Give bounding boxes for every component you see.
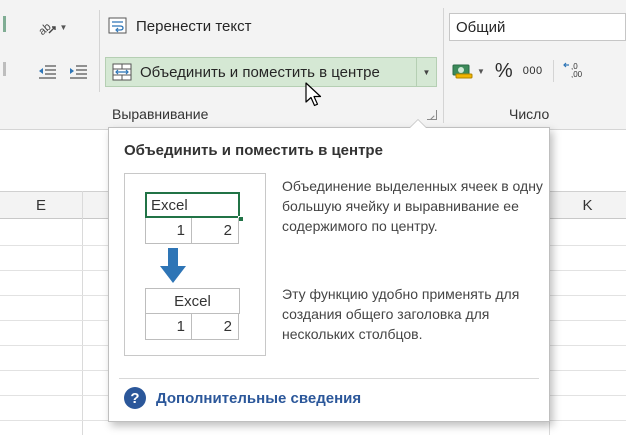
alignment-dialog-launcher-icon[interactable] [427, 110, 437, 120]
wrap-text-icon [108, 17, 128, 35]
ribbon-separator [99, 10, 100, 92]
illustration-after: Excel 1 2 [145, 288, 240, 340]
decrease-indent-button[interactable] [33, 60, 61, 84]
illustration-cell: 2 [192, 314, 239, 340]
percent-style-button[interactable]: % [495, 60, 513, 83]
decrease-indent-icon [39, 65, 56, 79]
comma-style-button[interactable]: 000 [523, 65, 543, 77]
merge-center-tooltip: Объединить и поместить в центре Excel 1 … [108, 119, 550, 422]
ribbon-group-separator [443, 8, 444, 123]
ribbon-edge-mark [3, 62, 6, 76]
merge-center-label: Объединить и поместить в центре [140, 63, 380, 81]
illustration-merged-cell: Excel [145, 288, 240, 314]
increase-indent-icon [70, 65, 87, 79]
illustration-merged-cell: Excel [145, 192, 240, 218]
chevron-down-icon: ▼ [59, 22, 68, 32]
orientation-icon: ab [37, 21, 56, 36]
tooltip-title: Объединить и поместить в центре [124, 142, 383, 159]
illustration-cell: 2 [192, 218, 239, 244]
accounting-format-button[interactable]: ▼ [452, 62, 485, 80]
ribbon: ab ▼ Перенести текст Объединить и помест… [0, 0, 626, 130]
more-info-link[interactable]: ? Дополнительные сведения [124, 387, 361, 409]
illustration-cell: 1 [145, 314, 192, 340]
svg-text:ab: ab [37, 21, 54, 36]
grid-line [82, 191, 83, 435]
number-tools: ▼ % 000 ,0 ,00 [452, 56, 598, 86]
merge-center-icon [112, 63, 132, 81]
illustration-before: Excel 1 2 [145, 192, 244, 244]
tooltip-description: Объединение выделенных ячеек в одну боль… [282, 178, 543, 234]
tooltip-usage-note: Эту функцию удобно применять для создани… [282, 286, 520, 342]
increase-decimal-button[interactable]: ,0 ,00 [562, 60, 588, 82]
help-icon: ? [124, 387, 146, 409]
number-format-value: Общий [456, 18, 506, 36]
wrap-text-label: Перенести текст [136, 17, 252, 35]
wrap-text-button[interactable]: Перенести текст [108, 12, 252, 40]
increase-decimal-icon: ,0 ,00 [562, 62, 583, 79]
alignment-group-label: Выравнивание [112, 106, 209, 122]
illustration-cell: 1 [145, 218, 192, 244]
ribbon-left-edge [0, 10, 10, 120]
ribbon-edge-mark [3, 16, 6, 32]
merge-illustration: Excel 1 2 Excel 1 2 [124, 173, 266, 356]
column-header-k[interactable]: K [549, 192, 626, 219]
currency-icon [452, 64, 473, 79]
increase-indent-button[interactable] [64, 60, 92, 84]
chevron-down-icon: ▼ [477, 66, 485, 76]
down-arrow-icon [160, 248, 186, 283]
merge-center-dropdown[interactable]: ▼ [416, 58, 436, 86]
tooltip-pointer [409, 119, 427, 128]
column-header-e[interactable]: E [0, 192, 82, 219]
orientation-button[interactable]: ab ▼ [30, 14, 74, 40]
chevron-down-icon: ▼ [422, 67, 431, 77]
more-info-label: Дополнительные сведения [156, 389, 362, 407]
mouse-cursor-icon [305, 82, 322, 107]
svg-text:,00: ,00 [571, 70, 583, 78]
number-format-select[interactable]: Общий [449, 13, 626, 41]
merge-center-button[interactable]: Объединить и поместить в центре ▼ [105, 57, 437, 87]
number-group-label: Число [509, 106, 550, 122]
tooltip-divider [119, 378, 539, 379]
ribbon-separator [552, 60, 554, 82]
